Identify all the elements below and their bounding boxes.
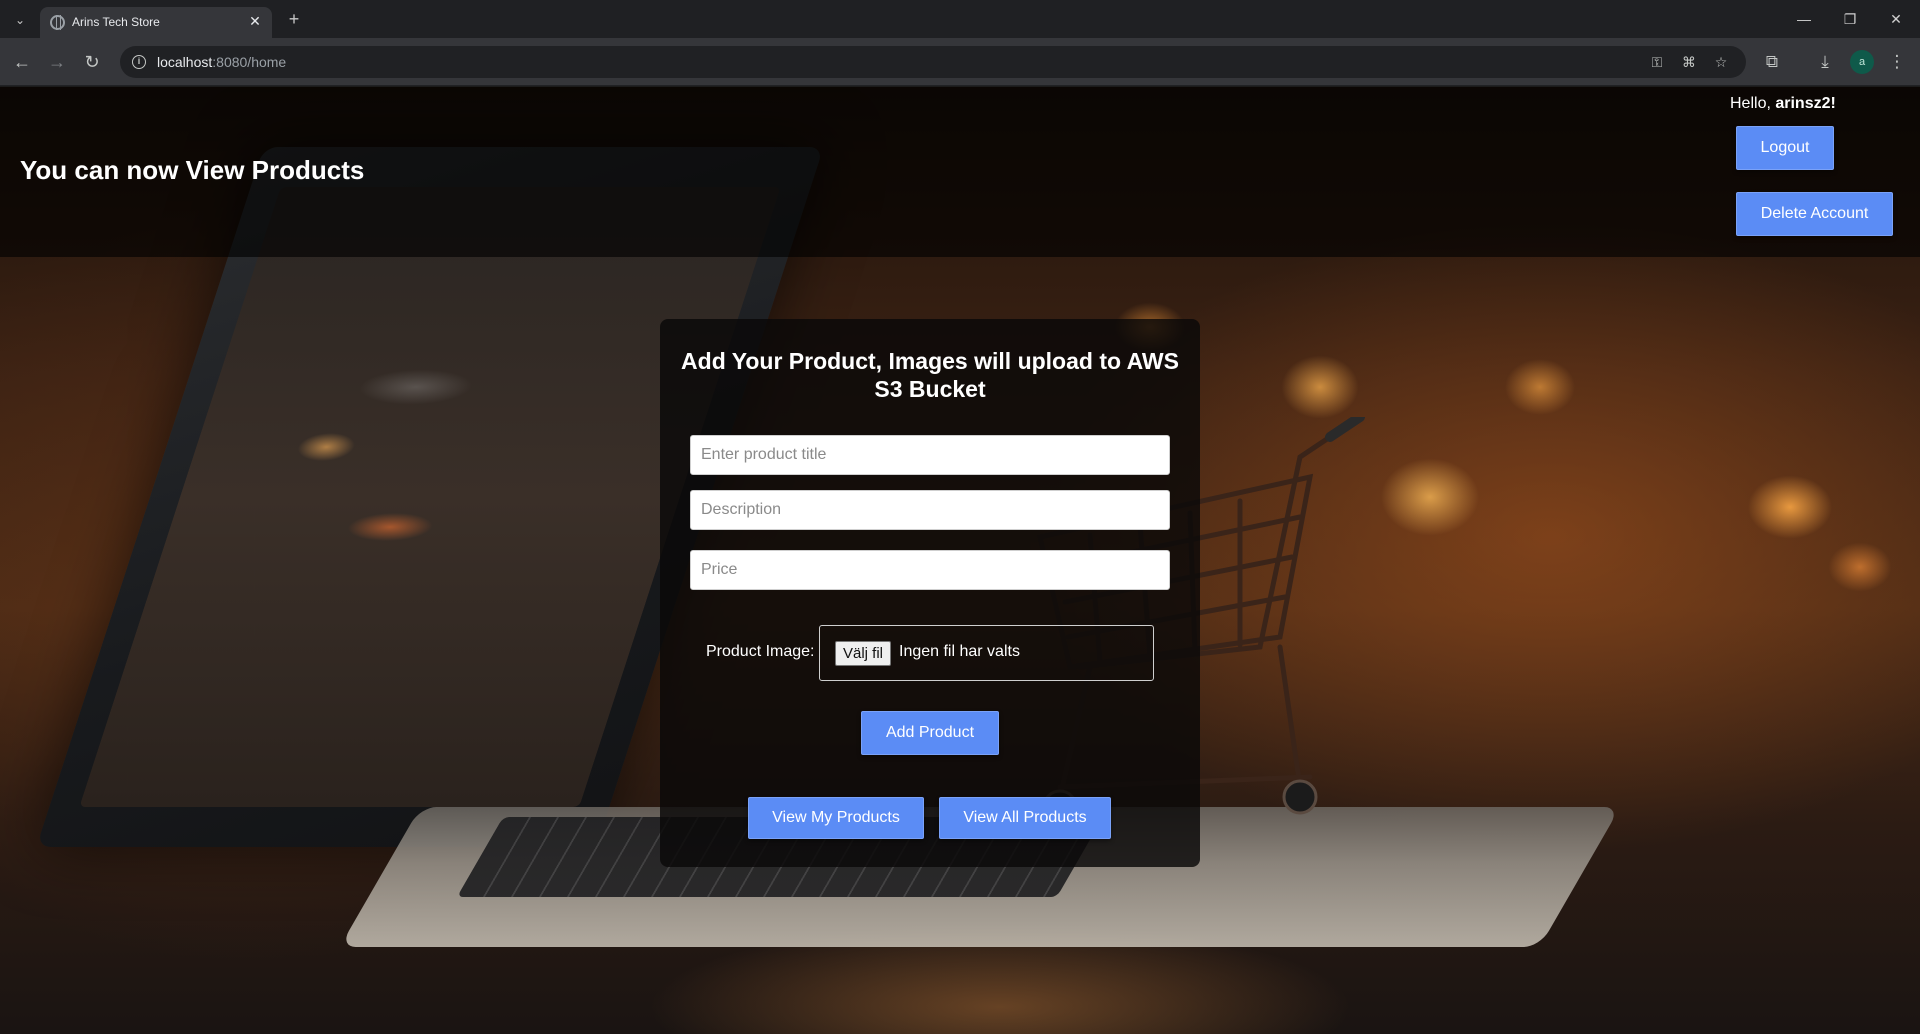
add-product-heading: Add Your Product, Images will upload to … — [681, 348, 1179, 402]
new-tab-icon[interactable]: + — [282, 8, 306, 32]
file-status-text: Ingen fil har valts — [899, 643, 1020, 660]
tab-search-icon[interactable]: ⌄ — [8, 8, 32, 32]
user-greeting: Hello, arinsz2! — [1730, 95, 1836, 113]
window-close-icon[interactable]: ✕ — [1878, 6, 1914, 32]
page-title: You can now View Products — [20, 155, 365, 185]
greeting-prefix: Hello, — [1730, 95, 1776, 112]
logout-button[interactable]: Logout — [1736, 126, 1834, 170]
more-icon[interactable]: ⋮ — [1885, 50, 1909, 74]
globe-icon — [50, 15, 65, 30]
tab-strip: ⌄ Arins Tech Store ✕ + — ❐ ✕ — [0, 0, 1920, 38]
reload-icon[interactable]: ↻ — [80, 50, 104, 74]
product-image-label: Product Image: — [706, 643, 815, 660]
page-background: You can now View Products Hello, arinsz2… — [0, 87, 1920, 1034]
url-text: localhost:8080/home — [157, 54, 286, 70]
url-path: :8080/home — [212, 54, 287, 70]
view-all-products-button[interactable]: View All Products — [939, 797, 1111, 839]
add-product-panel: Add Your Product, Images will upload to … — [660, 319, 1200, 867]
choose-file-button[interactable]: Välj fil — [835, 641, 892, 666]
price-input[interactable] — [690, 550, 1170, 590]
url-host: localhost — [157, 54, 213, 70]
username: arinsz2! — [1775, 95, 1836, 112]
delete-account-button[interactable]: Delete Account — [1736, 192, 1893, 236]
profile-avatar[interactable]: a — [1850, 50, 1874, 74]
minimize-icon[interactable]: — — [1786, 6, 1822, 32]
key-icon[interactable]: ⚿ — [1647, 52, 1667, 72]
back-icon[interactable]: ← — [10, 50, 34, 74]
tab-arins-tech-store[interactable]: Arins Tech Store ✕ — [40, 7, 272, 38]
description-input[interactable] — [690, 490, 1170, 530]
address-bar[interactable]: i localhost:8080/home ⚿ ⌘ ☆ — [120, 46, 1746, 78]
translate-icon[interactable]: ⌘ — [1679, 52, 1699, 72]
product-image-file-input[interactable]: Välj fil Ingen fil har valts — [819, 625, 1154, 681]
page-header: You can now View Products Hello, arinsz2… — [0, 87, 1920, 257]
restore-icon[interactable]: ❐ — [1832, 6, 1868, 32]
extensions-icon[interactable]: ⧉ — [1760, 50, 1784, 74]
browser-toolbar: ← → ↻ i localhost:8080/home ⚿ ⌘ ☆ ⧉ ⤓ a … — [0, 38, 1920, 86]
forward-icon[interactable]: → — [45, 50, 69, 74]
star-icon[interactable]: ☆ — [1711, 52, 1731, 72]
tab-close-icon[interactable]: ✕ — [246, 12, 264, 30]
download-icon[interactable]: ⤓ — [1813, 50, 1837, 74]
product-title-input[interactable] — [690, 435, 1170, 475]
view-my-products-button[interactable]: View My Products — [748, 797, 924, 839]
tab-title: Arins Tech Store — [72, 15, 160, 29]
add-product-button[interactable]: Add Product — [861, 711, 999, 755]
site-info-icon[interactable]: i — [132, 55, 146, 69]
